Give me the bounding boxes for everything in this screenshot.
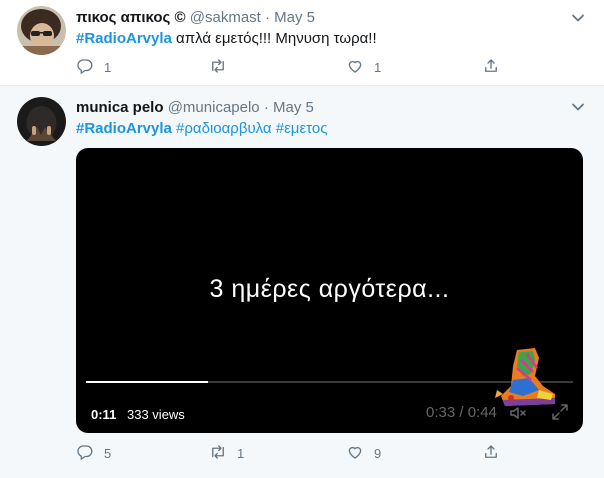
retweet-icon [209,57,227,78]
user-handle[interactable]: @municapelo [168,99,260,116]
hashtag-link[interactable]: #ραδιοαρβυλα [176,120,272,137]
heart-icon [346,443,364,464]
retweet-button[interactable]: 1 [209,442,244,464]
avatar[interactable] [17,97,66,146]
tweet[interactable]: πικος απικος © @sakmast · May 5 #RadioAr… [0,0,604,86]
hashtag-link[interactable]: #RadioArvyla [76,30,172,47]
tweet-actions: 5 1 9 [76,442,506,464]
video-view-count: 333 views [127,407,185,422]
hashtag-link[interactable]: #RadioArvyla [76,120,172,137]
tweet-date[interactable]: May 5 [273,99,314,116]
like-count: 1 [374,59,382,75]
share-button[interactable] [482,442,500,464]
video-progress-fill [86,381,208,383]
reply-count: 5 [104,445,112,461]
fullscreen-icon[interactable] [550,402,570,422]
video-player[interactable]: 3 ημέρες αργότερα... 0:11 333 views 0:33… [76,148,583,433]
hashtag-link[interactable]: #εμετος [276,120,328,137]
user-handle[interactable]: @sakmast [190,9,261,26]
reply-button[interactable]: 5 [76,442,111,464]
reply-button[interactable]: 1 [76,56,111,78]
video-caption: 3 ημέρες αργότερα... [209,275,450,303]
like-button[interactable]: 1 [346,56,381,78]
heart-icon [346,57,364,78]
video-elapsed-time: 0:11 [91,407,117,422]
tweet-date[interactable]: May 5 [274,9,315,26]
like-button[interactable]: 9 [346,442,381,464]
retweet-button[interactable] [209,56,237,78]
avatar[interactable] [17,6,66,55]
tweet-header: πικος απικος © @sakmast · May 5 [76,9,315,26]
reply-count: 1 [104,59,112,75]
tweet-actions: 1 1 [76,56,506,78]
tweet-text: #RadioArvyla απλά εμετός!!! Μηνυση τωρα!… [76,30,377,47]
display-name[interactable]: πικος απικος © [76,9,186,26]
share-icon [482,443,500,464]
chevron-down-icon[interactable] [570,99,586,115]
display-name[interactable]: munica pelo [76,99,164,116]
like-count: 9 [374,445,382,461]
tweet-header: munica pelo @municapelo · May 5 [76,99,314,116]
share-button[interactable] [482,56,500,78]
retweet-icon [209,443,227,464]
tweet-text: #RadioArvyla #ραδιοαρβυλα #εμετος [76,120,327,137]
volume-icon[interactable] [508,403,528,423]
tweet[interactable]: munica pelo @municapelo · May 5 #RadioAr… [0,86,604,478]
reply-icon [76,57,94,78]
separator-dot: · [263,99,269,116]
separator-dot: · [265,9,270,26]
share-icon [482,57,500,78]
retweet-count: 1 [237,445,245,461]
reply-icon [76,443,94,464]
tweet-body: απλά εμετός!!! Μηνυση τωρα!! [176,30,377,47]
video-duration: 0:33 / 0:44 [426,404,497,421]
chevron-down-icon[interactable] [570,10,586,26]
